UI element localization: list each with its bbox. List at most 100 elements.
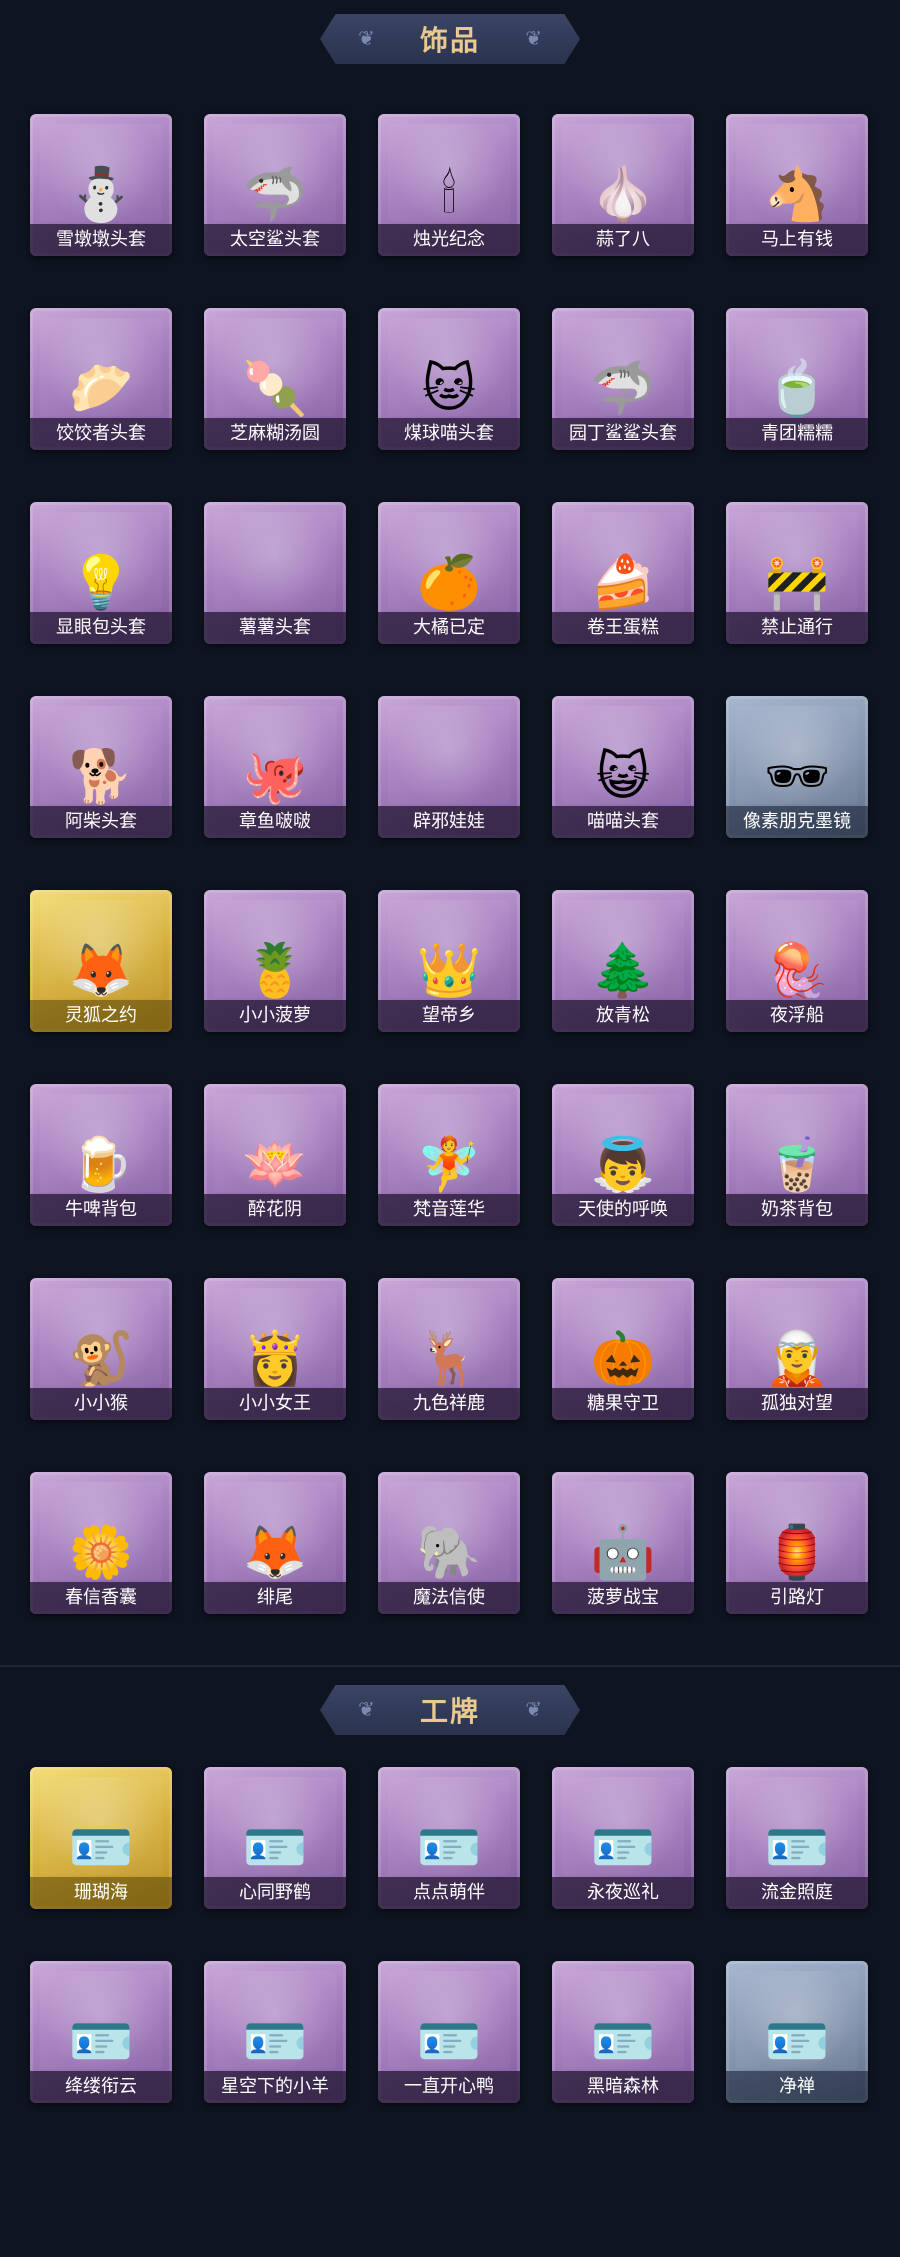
item-card[interactable]: 👼 天使的呼唤 bbox=[552, 1084, 694, 1226]
silhouette-card-icon: 🪪 bbox=[764, 2012, 830, 2072]
item-card[interactable]: 🪪 净禅 bbox=[726, 1961, 868, 2103]
item-card[interactable]: 🍡 芝麻糊汤圆 bbox=[204, 308, 346, 450]
ice-frame-card-icon: 🪪 bbox=[68, 1818, 134, 1878]
item-card[interactable]: 🪪 黑暗森林 bbox=[552, 1961, 694, 2103]
golden-palace-card-icon: 🪪 bbox=[764, 1818, 830, 1878]
item-label: 引路灯 bbox=[726, 1582, 868, 1614]
item-card[interactable]: 🍺 牛啤背包 bbox=[30, 1084, 172, 1226]
item-card[interactable]: 🐱 煤球喵头套 bbox=[378, 308, 520, 450]
item-label: 显眼包头套 bbox=[30, 612, 172, 644]
pineapple-icon: 🍍 bbox=[242, 941, 308, 1001]
item-label: 小小菠萝 bbox=[204, 1000, 346, 1032]
item-label: 阿柴头套 bbox=[30, 806, 172, 838]
item-card[interactable]: 🦌 九色祥鹿 bbox=[378, 1278, 520, 1420]
item-card[interactable]: ⛄ 雪墩墩头套 bbox=[30, 114, 172, 256]
item-label: 牛啤背包 bbox=[30, 1194, 172, 1226]
swirl-ornament-icon: ❦ bbox=[358, 1697, 375, 1721]
fox-spirit-icon: 🦊 bbox=[68, 941, 134, 1001]
item-label: 青团糯糯 bbox=[726, 418, 868, 450]
accessories-section: ❦ 饰品 ❦ ⛄ 雪墩墩头套 🦈 太空鲨头套 🕯 烛光纪念 🧄 蒜了八 🐴 马上有钱 🥟 饺饺者头套 🍡… bbox=[0, 0, 900, 1665]
angel-icon: 👼 bbox=[590, 1135, 656, 1195]
item-card[interactable]: 👸 小小女王 bbox=[204, 1278, 346, 1420]
garlic-icon: 🧄 bbox=[590, 165, 656, 225]
deer-icon: 🦌 bbox=[416, 1329, 482, 1389]
item-card[interactable]: 薯薯头套 bbox=[204, 502, 346, 644]
orange-slice-icon: 🍊 bbox=[416, 553, 482, 613]
item-card[interactable]: 🐘 魔法信使 bbox=[378, 1472, 520, 1614]
item-label: 园丁鲨鲨头套 bbox=[552, 418, 694, 450]
item-label: 点点萌伴 bbox=[378, 1877, 520, 1909]
lightbulb-head-icon: 💡 bbox=[68, 553, 134, 613]
item-card[interactable]: 🦈 园丁鲨鲨头套 bbox=[552, 308, 694, 450]
section-banner: ❦ 工牌 ❦ bbox=[320, 1685, 580, 1735]
item-label: 喵喵头套 bbox=[552, 806, 694, 838]
pixel-sunglasses-icon: 🕶 bbox=[763, 747, 830, 807]
item-card[interactable]: 🪪 珊瑚海 bbox=[30, 1767, 172, 1909]
blank-item-icon bbox=[236, 550, 314, 616]
sheep-card-icon: 🪪 bbox=[242, 2012, 308, 2072]
item-card[interactable]: 🧋 奶茶背包 bbox=[726, 1084, 868, 1226]
item-card[interactable]: 🪪 永夜巡礼 bbox=[552, 1767, 694, 1909]
item-card[interactable]: 🪪 星空下的小羊 bbox=[204, 1961, 346, 2103]
gardener-shark-icon: 🦈 bbox=[590, 359, 656, 419]
item-card[interactable]: 🪪 心同野鹤 bbox=[204, 1767, 346, 1909]
dumpling-head-icon: 🥟 bbox=[68, 359, 134, 419]
section-title: 饰品 bbox=[419, 24, 480, 57]
item-label: 醉花阴 bbox=[204, 1194, 346, 1226]
item-card[interactable]: 👑 望帝乡 bbox=[378, 890, 520, 1032]
item-card[interactable]: 🤖 菠萝战宝 bbox=[552, 1472, 694, 1614]
item-label: 夜浮船 bbox=[726, 1000, 868, 1032]
rice-ball-icon: 🍡 bbox=[242, 359, 308, 419]
elephant-icon: 🐘 bbox=[416, 1523, 482, 1583]
item-card[interactable]: 🪪 绛缕衔云 bbox=[30, 1961, 172, 2103]
item-label: 望帝乡 bbox=[378, 1000, 520, 1032]
item-card[interactable]: 🪼 夜浮船 bbox=[726, 890, 868, 1032]
item-card[interactable]: 🍊 大橘已定 bbox=[378, 502, 520, 644]
item-card[interactable]: 🪪 流金照庭 bbox=[726, 1767, 868, 1909]
item-label: 九色祥鹿 bbox=[378, 1388, 520, 1420]
item-card[interactable]: 🦊 灵狐之约 bbox=[30, 890, 172, 1032]
item-label: 糖果守卫 bbox=[552, 1388, 694, 1420]
item-card[interactable]: 🧄 蒜了八 bbox=[552, 114, 694, 256]
item-card[interactable]: 🧝 孤独对望 bbox=[726, 1278, 868, 1420]
item-card[interactable]: 💡 显眼包头套 bbox=[30, 502, 172, 644]
traffic-cone-icon: 🚧 bbox=[764, 553, 830, 613]
item-card[interactable]: 🌲 放青松 bbox=[552, 890, 694, 1032]
item-card[interactable]: 🦊 绯尾 bbox=[204, 1472, 346, 1614]
item-card[interactable]: 🍍 小小菠萝 bbox=[204, 890, 346, 1032]
item-card[interactable]: 🐒 小小猴 bbox=[30, 1278, 172, 1420]
item-card[interactable]: 🪷 醉花阴 bbox=[204, 1084, 346, 1226]
item-card[interactable]: 🐙 章鱼啵啵 bbox=[204, 696, 346, 838]
item-card[interactable]: 🥟 饺饺者头套 bbox=[30, 308, 172, 450]
lantern-icon: 🏮 bbox=[764, 1523, 830, 1583]
emperor-figure-icon: 👑 bbox=[416, 941, 482, 1001]
item-card[interactable]: 🐴 马上有钱 bbox=[726, 114, 868, 256]
section-title: 工牌 bbox=[419, 1695, 480, 1728]
item-card[interactable]: 🏮 引路灯 bbox=[726, 1472, 868, 1614]
item-card[interactable]: 🕯 烛光纪念 bbox=[378, 114, 520, 256]
item-card[interactable]: 🕶 像素朋克墨镜 bbox=[726, 696, 868, 838]
item-label: 煤球喵头套 bbox=[378, 418, 520, 450]
item-card[interactable]: 辟邪娃娃 bbox=[378, 696, 520, 838]
item-label: 烛光纪念 bbox=[378, 224, 520, 256]
item-card[interactable]: 🚧 禁止通行 bbox=[726, 502, 868, 644]
crimson-card-icon: 🪪 bbox=[68, 2012, 134, 2072]
item-label: 薯薯头套 bbox=[204, 612, 346, 644]
item-label: 雪墩墩头套 bbox=[30, 224, 172, 256]
item-card[interactable]: 🦈 太空鲨头套 bbox=[204, 114, 346, 256]
item-card[interactable]: 🍵 青团糯糯 bbox=[726, 308, 868, 450]
item-card[interactable]: 🪪 一直开心鸭 bbox=[378, 1961, 520, 2103]
item-label: 天使的呼唤 bbox=[552, 1194, 694, 1226]
item-card[interactable]: 🎃 糖果守卫 bbox=[552, 1278, 694, 1420]
item-card[interactable]: 🧚 梵音莲华 bbox=[378, 1084, 520, 1226]
item-card[interactable]: 🌼 春信香囊 bbox=[30, 1472, 172, 1614]
item-card[interactable]: 😺 喵喵头套 bbox=[552, 696, 694, 838]
item-card[interactable]: 🪪 点点萌伴 bbox=[378, 1767, 520, 1909]
item-card[interactable]: 🍰 卷王蛋糕 bbox=[552, 502, 694, 644]
jellyfish-icon: 🪼 bbox=[764, 941, 830, 1001]
monkey-icon: 🐒 bbox=[68, 1329, 134, 1389]
swirl-ornament-icon: ❦ bbox=[525, 26, 542, 50]
section-banner: ❦ 饰品 ❦ bbox=[320, 14, 580, 64]
badges-grid: 🪪 珊瑚海 🪪 心同野鹤 🪪 点点萌伴 🪪 永夜巡礼 🪪 流金照庭 🪪 绛缕衔云 🪪 星空下的小羊 🪪 一直开… bbox=[30, 1767, 868, 2103]
item-card[interactable]: 🐕 阿柴头套 bbox=[30, 696, 172, 838]
